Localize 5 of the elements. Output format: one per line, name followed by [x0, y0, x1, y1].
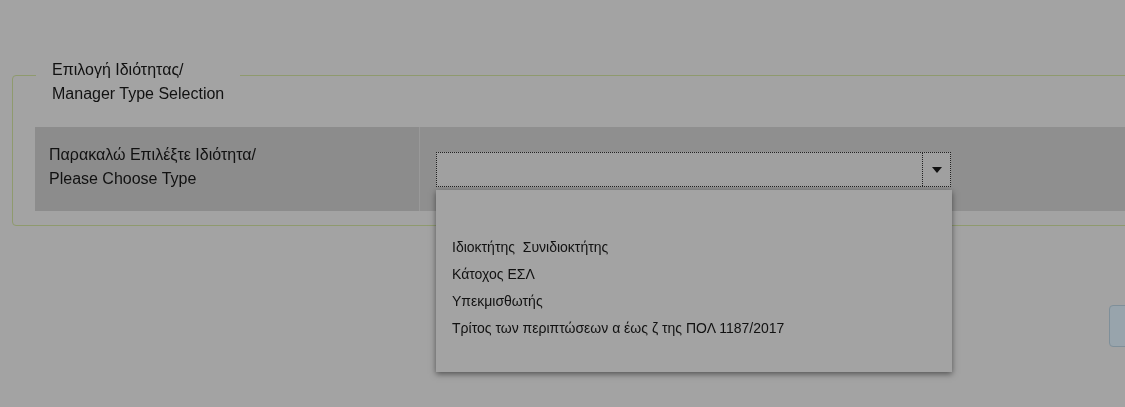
dropdown-option[interactable]: Τρίτος των περιπτώσεων α έως ζ της ΠΟΛ 1187/2017: [452, 315, 785, 342]
dropdown-option[interactable]: Υπεκμισθωτής: [452, 288, 543, 315]
dropdown-option[interactable]: Ιδιοκτήτης Συνιδιοκτήτης: [452, 234, 609, 261]
dropdown-option[interactable]: Κάτοχος ΕΣΛ: [452, 261, 535, 288]
field-label: Παρακαλώ Επιλέξτε Ιδιότητα/ Please Choose Type: [35, 127, 420, 211]
